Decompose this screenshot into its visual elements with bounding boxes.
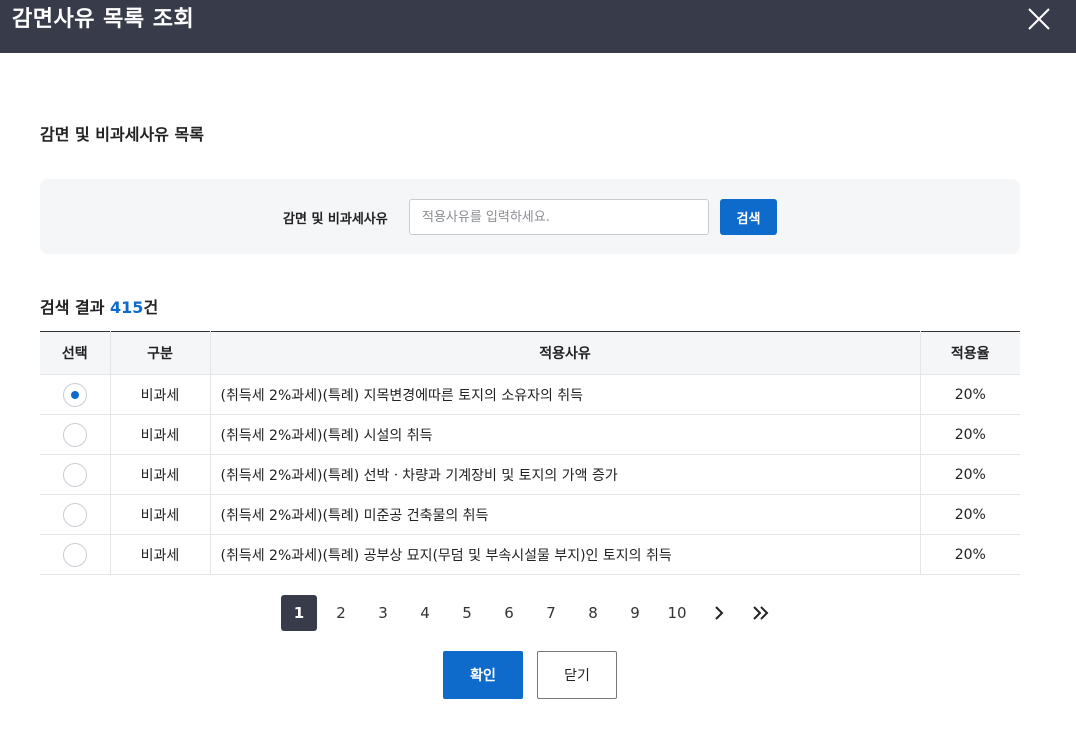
page-3[interactable]: 3: [365, 595, 401, 631]
reason-cell: (취득세 2%과세)(특례) 지목변경에따른 토지의 소유자의 취득: [210, 374, 921, 415]
section-title: 감면 및 비과세사유 목록: [40, 125, 204, 144]
pagination: 1 2 3 4 5 6 7 8 9 10: [281, 595, 785, 631]
double-chevron-right-icon-graphic: [753, 606, 769, 620]
result-suffix: 건: [143, 298, 159, 317]
select-cell: [40, 414, 111, 455]
category-cell: 비과세: [110, 374, 211, 415]
search-label: 감면 및 비과세사유: [283, 212, 388, 227]
column-header-category: 구분: [110, 331, 211, 375]
double-chevron-right-icon[interactable]: [743, 595, 779, 631]
page-10[interactable]: 10: [659, 595, 695, 631]
reason-table: 선택 구분 적용사유 적용율 비과세 (취득세 2%과세)(특례) 지목변경에따…: [40, 331, 1020, 575]
category-cell: 비과세: [110, 414, 211, 455]
row-radio[interactable]: [62, 422, 87, 447]
page-1[interactable]: 1: [281, 595, 317, 631]
category-cell: 비과세: [110, 494, 211, 535]
table-row[interactable]: 비과세 (취득세 2%과세)(특례) 시설의 취득 20%: [40, 414, 1020, 455]
row-radio[interactable]: [62, 462, 87, 487]
rate-cell: 20%: [920, 414, 1020, 455]
search-panel: 감면 및 비과세사유 검색: [40, 179, 1020, 254]
page-9[interactable]: 9: [617, 595, 653, 631]
reason-cell: (취득세 2%과세)(특례) 공부상 묘지(무덤 및 부속시설물 부지)인 토지…: [210, 534, 921, 575]
rate-cell: 20%: [920, 374, 1020, 415]
page-2[interactable]: 2: [323, 595, 359, 631]
reason-cell: (취득세 2%과세)(특례) 미준공 건축물의 취득: [210, 494, 921, 535]
dialog-title: 감면사유 목록 조회: [12, 7, 195, 32]
result-prefix: 검색 결과: [40, 298, 111, 317]
table-row[interactable]: 비과세 (취득세 2%과세)(특례) 선박ㆍ차량과 기계장비 및 토지의 가액 …: [40, 454, 1020, 495]
rate-cell: 20%: [920, 494, 1020, 535]
search-button[interactable]: 검색: [720, 199, 777, 235]
rate-cell: 20%: [920, 454, 1020, 495]
column-header-rate: 적용율: [920, 331, 1020, 375]
category-cell: 비과세: [110, 454, 211, 495]
page-6[interactable]: 6: [491, 595, 527, 631]
chevron-right-icon-graphic: [715, 606, 724, 620]
table-row[interactable]: 비과세 (취득세 2%과세)(특례) 지목변경에따른 토지의 소유자의 취득 2…: [40, 374, 1020, 415]
page-5[interactable]: 5: [449, 595, 485, 631]
column-header-select: 선택: [40, 331, 111, 375]
row-radio[interactable]: [62, 502, 87, 527]
chevron-right-icon[interactable]: [701, 595, 737, 631]
result-summary: 검색 결과 415건: [40, 294, 158, 318]
select-cell: [40, 374, 111, 415]
reason-lookup-dialog: 감면사유 목록 조회 감면 및 비과세사유 목록 감면 및 비과세사유 검색 검…: [0, 0, 1076, 749]
row-radio[interactable]: [62, 542, 87, 567]
page-8[interactable]: 8: [575, 595, 611, 631]
rate-cell: 20%: [920, 534, 1020, 575]
select-cell: [40, 494, 111, 535]
table-header-row: 선택 구분 적용사유 적용율: [40, 331, 1020, 375]
select-cell: [40, 454, 111, 495]
search-input[interactable]: [409, 199, 709, 235]
dialog-header: 감면사유 목록 조회: [0, 0, 1076, 53]
confirm-button[interactable]: 확인: [443, 651, 523, 699]
row-radio[interactable]: [62, 382, 87, 407]
close-icon[interactable]: [1024, 4, 1054, 34]
column-header-reason: 적용사유: [210, 331, 921, 375]
table-row[interactable]: 비과세 (취득세 2%과세)(특례) 공부상 묘지(무덤 및 부속시설물 부지)…: [40, 534, 1020, 575]
category-cell: 비과세: [110, 534, 211, 575]
close-icon-graphic: [1028, 8, 1050, 30]
page-7[interactable]: 7: [533, 595, 569, 631]
result-count: 415: [110, 298, 144, 317]
table-row[interactable]: 비과세 (취득세 2%과세)(특례) 미준공 건축물의 취득 20%: [40, 494, 1020, 535]
page-4[interactable]: 4: [407, 595, 443, 631]
close-button[interactable]: 닫기: [537, 651, 617, 699]
reason-cell: (취득세 2%과세)(특례) 선박ㆍ차량과 기계장비 및 토지의 가액 증가: [210, 454, 921, 495]
reason-cell: (취득세 2%과세)(특례) 시설의 취득: [210, 414, 921, 455]
select-cell: [40, 534, 111, 575]
